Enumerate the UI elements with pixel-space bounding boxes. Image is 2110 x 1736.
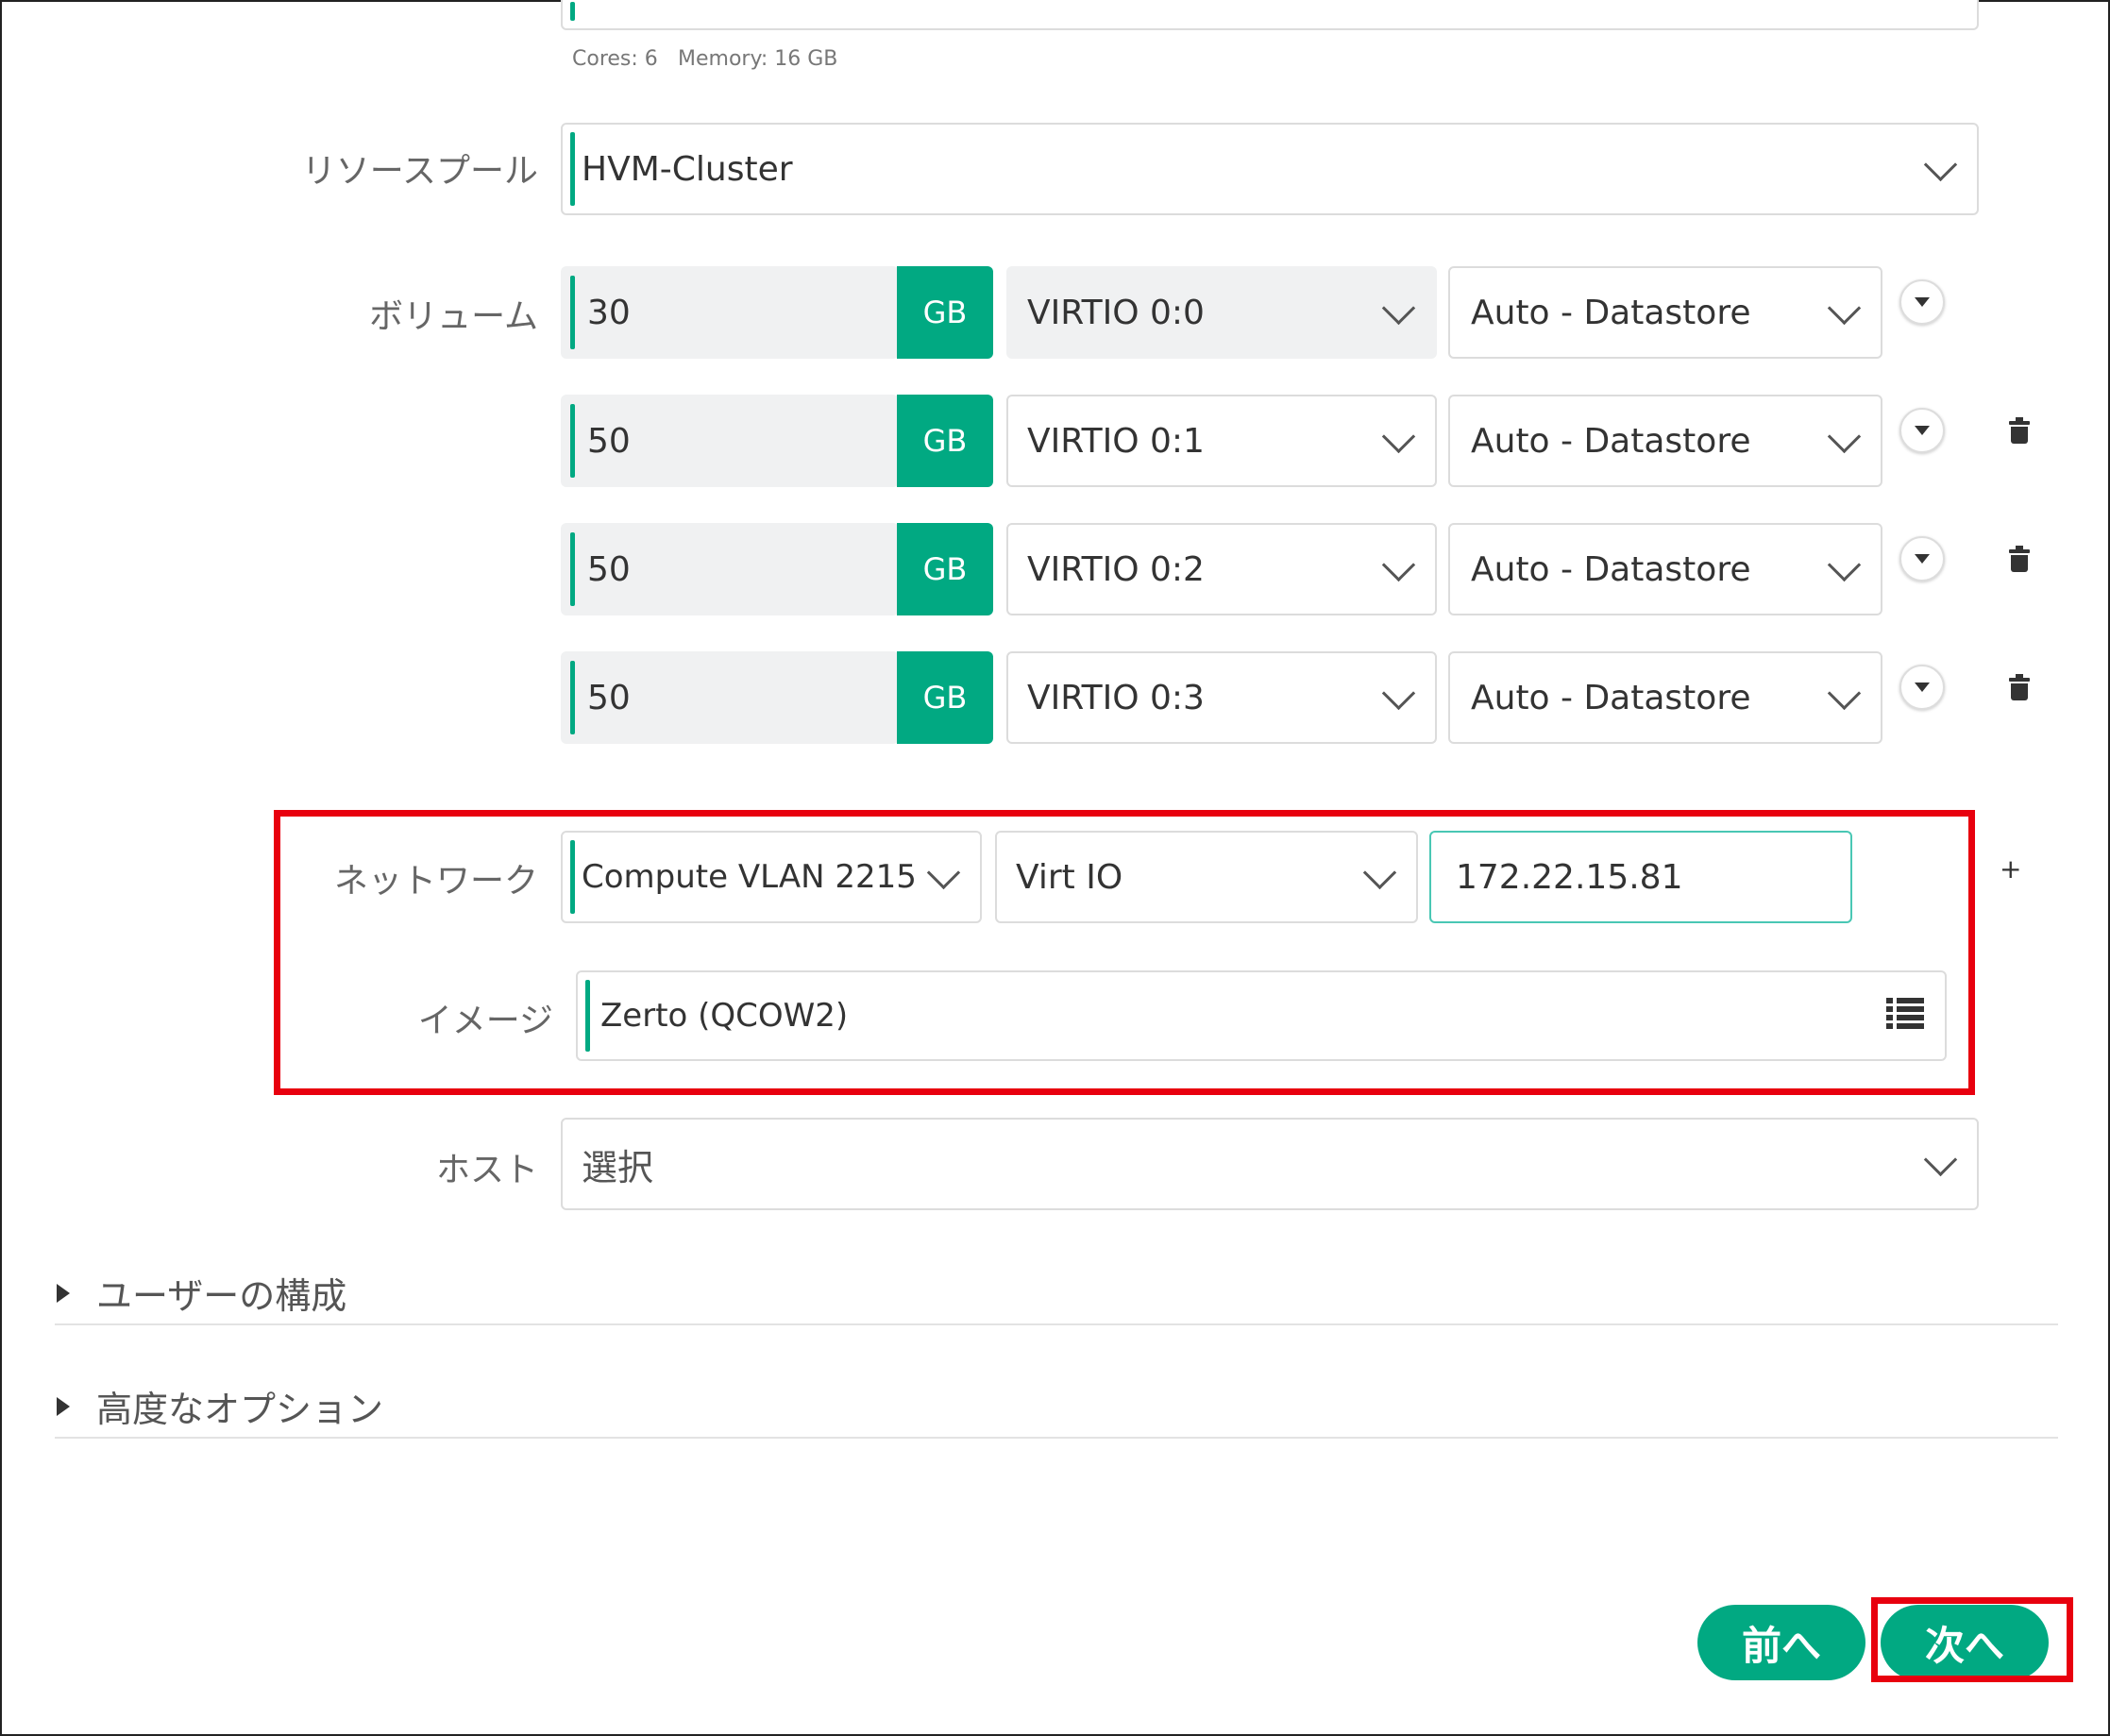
add-network-button[interactable]: + bbox=[2000, 853, 2021, 885]
volume-size-input[interactable]: 50 bbox=[561, 395, 899, 487]
divider bbox=[55, 1323, 2058, 1325]
volume-size-input[interactable]: 30 bbox=[561, 266, 899, 359]
volume-controller-value: VIRTIO 0:1 bbox=[1027, 421, 1205, 461]
chevron-down-icon bbox=[1827, 676, 1862, 711]
chevron-down-icon bbox=[1381, 419, 1416, 454]
field-accent bbox=[570, 276, 575, 349]
chevron-down-icon bbox=[1827, 548, 1862, 582]
volume-datastore-select[interactable]: Auto - Datastore bbox=[1448, 395, 1882, 487]
volume-controller-value: VIRTIO 0:3 bbox=[1027, 678, 1205, 717]
volume-datastore-value: Auto - Datastore bbox=[1471, 421, 1751, 461]
volume-label: ボリューム bbox=[369, 297, 538, 336]
expand-triangle-icon bbox=[57, 1283, 70, 1303]
resource-pool-label: リソースプール bbox=[301, 152, 538, 191]
resource-pool-select[interactable]: HVM-Cluster bbox=[561, 123, 1979, 215]
chevron-down-icon bbox=[1381, 548, 1416, 582]
volume-size-value: 50 bbox=[587, 678, 631, 717]
volume-datastore-value: Auto - Datastore bbox=[1471, 549, 1751, 589]
volume-controller-select[interactable]: VIRTIO 0:2 bbox=[1006, 523, 1437, 615]
volume-size-value: 50 bbox=[587, 421, 631, 461]
volume-datastore-select[interactable]: Auto - Datastore bbox=[1448, 266, 1882, 359]
user-config-section[interactable]: ユーザーの構成 bbox=[57, 1267, 346, 1319]
chevron-down-icon bbox=[1827, 291, 1862, 326]
memory-hint: Memory: 16 GB bbox=[678, 47, 838, 71]
prev-button[interactable]: 前へ bbox=[1697, 1605, 1865, 1680]
volume-datastore-value: Auto - Datastore bbox=[1471, 678, 1751, 717]
volume-datastore-select[interactable]: Auto - Datastore bbox=[1448, 651, 1882, 744]
volume-unit-badge: GB bbox=[897, 395, 993, 487]
advanced-options-section[interactable]: 高度なオプション bbox=[57, 1380, 383, 1432]
field-accent bbox=[570, 661, 575, 734]
volume-size-value: 50 bbox=[587, 549, 631, 589]
volume-size-input[interactable]: 50 bbox=[561, 651, 899, 744]
divider bbox=[55, 1437, 2058, 1439]
plan-field-partial[interactable] bbox=[561, 0, 1979, 30]
volume-controller-select[interactable]: VIRTIO 0:1 bbox=[1006, 395, 1437, 487]
volume-controller-value: VIRTIO 0:2 bbox=[1027, 549, 1205, 589]
volume-options-button[interactable] bbox=[1899, 665, 1945, 710]
trash-icon[interactable] bbox=[2009, 674, 2030, 700]
volume-unit-badge: GB bbox=[897, 651, 993, 744]
field-accent bbox=[570, 404, 575, 478]
volume-size-input[interactable]: 50 bbox=[561, 523, 899, 615]
chevron-down-icon bbox=[1381, 291, 1416, 326]
cores-hint: Cores: 6 bbox=[572, 47, 658, 71]
user-config-title: ユーザーの構成 bbox=[96, 1275, 347, 1317]
resource-pool-value: HVM-Cluster bbox=[582, 149, 793, 189]
volume-unit-badge: GB bbox=[897, 266, 993, 359]
volume-datastore-select[interactable]: Auto - Datastore bbox=[1448, 523, 1882, 615]
host-label: ホスト bbox=[435, 1151, 538, 1189]
volume-controller-select[interactable]: VIRTIO 0:0 bbox=[1006, 266, 1437, 359]
host-select[interactable]: 選択 bbox=[561, 1118, 1979, 1210]
trash-icon[interactable] bbox=[2009, 546, 2030, 572]
host-placeholder: 選択 bbox=[582, 1146, 654, 1188]
volume-unit-badge: GB bbox=[897, 523, 993, 615]
advanced-options-title: 高度なオプション bbox=[96, 1389, 384, 1430]
highlight-network-image bbox=[274, 810, 1975, 1095]
volume-options-button[interactable] bbox=[1899, 408, 1945, 453]
chevron-down-icon bbox=[1923, 147, 1958, 182]
expand-triangle-icon bbox=[57, 1396, 70, 1416]
volume-size-value: 30 bbox=[587, 293, 631, 332]
field-accent bbox=[570, 2, 575, 21]
volume-controller-select[interactable]: VIRTIO 0:3 bbox=[1006, 651, 1437, 744]
highlight-next-button bbox=[1871, 1597, 2073, 1682]
trash-icon[interactable] bbox=[2009, 417, 2030, 444]
field-accent bbox=[570, 532, 575, 606]
chevron-down-icon bbox=[1827, 419, 1862, 454]
field-accent bbox=[570, 132, 575, 206]
chevron-down-icon bbox=[1381, 676, 1416, 711]
volume-datastore-value: Auto - Datastore bbox=[1471, 293, 1751, 332]
chevron-down-icon bbox=[1923, 1142, 1958, 1177]
volume-options-button[interactable] bbox=[1899, 536, 1945, 581]
volume-options-button[interactable] bbox=[1899, 279, 1945, 325]
volume-controller-value: VIRTIO 0:0 bbox=[1027, 293, 1205, 332]
